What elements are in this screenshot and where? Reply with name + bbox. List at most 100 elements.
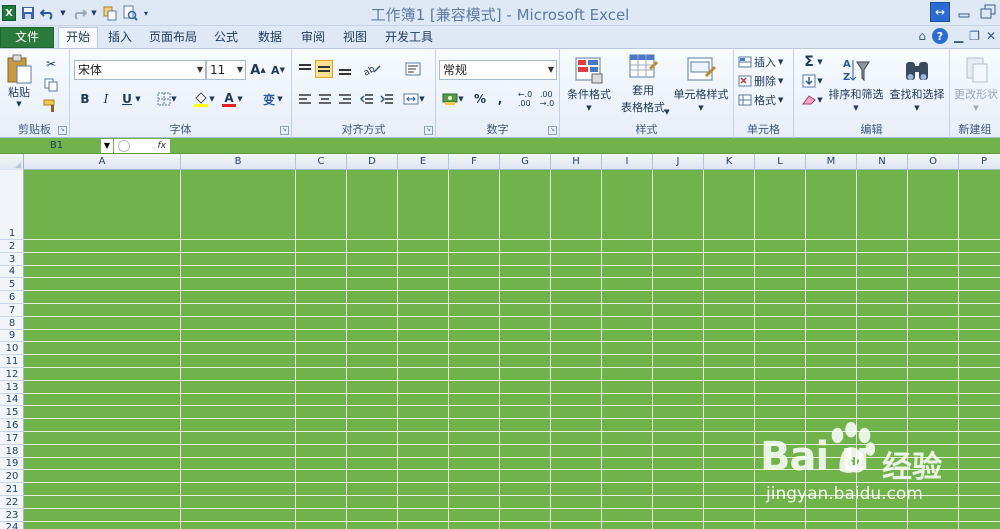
tab-developer[interactable]: 开发工具: [379, 28, 439, 48]
cut-icon[interactable]: ✂: [42, 55, 60, 73]
tab-formulas[interactable]: 公式: [207, 28, 245, 48]
name-box[interactable]: B1: [0, 139, 113, 153]
row-header-3[interactable]: 3: [0, 253, 24, 266]
row-header-7[interactable]: 7: [0, 304, 24, 317]
column-header-L[interactable]: L: [755, 154, 806, 170]
align-middle-icon[interactable]: [315, 60, 333, 78]
underline-dropdown-icon[interactable]: ▼: [134, 90, 142, 108]
row-header-10[interactable]: 10: [0, 342, 24, 356]
insert-function-icon[interactable]: fx: [158, 141, 167, 151]
swap-window-icon[interactable]: ↔: [930, 2, 950, 22]
column-header-C[interactable]: C: [296, 154, 347, 170]
format-cells-button[interactable]: 格式 ▼: [738, 91, 792, 109]
row-header-16[interactable]: 16: [0, 419, 24, 432]
cell-styles-button[interactable]: 单元格样式 ▼: [670, 53, 732, 115]
column-header-G[interactable]: G: [500, 154, 551, 170]
select-all-corner[interactable]: [0, 154, 24, 170]
row-header-12[interactable]: 12: [0, 368, 24, 381]
align-left-icon[interactable]: [296, 90, 314, 108]
paste-button[interactable]: 粘贴 ▼: [4, 53, 34, 108]
font-color-dropdown-icon[interactable]: ▼: [236, 90, 244, 108]
tab-page-layout[interactable]: 页面布局: [143, 28, 203, 48]
tab-data[interactable]: 数据: [251, 28, 289, 48]
phonetic-dropdown-icon[interactable]: ▼: [276, 90, 284, 108]
percent-style-button[interactable]: %: [471, 90, 489, 108]
decrease-indent-icon[interactable]: [358, 90, 376, 108]
tab-home[interactable]: 开始: [58, 27, 98, 48]
align-center-icon[interactable]: [316, 90, 334, 108]
fill-color-dropdown-icon[interactable]: ▼: [208, 90, 216, 108]
name-box-dropdown-icon[interactable]: ▼: [101, 139, 113, 153]
wrap-text-icon[interactable]: [404, 60, 422, 78]
minimize-icon[interactable]: [954, 2, 974, 22]
collapse-ribbon-icon[interactable]: ⌂: [918, 29, 926, 43]
row-header-6[interactable]: 6: [0, 291, 24, 304]
column-header-F[interactable]: F: [449, 154, 500, 170]
row-header-22[interactable]: 22: [0, 496, 24, 509]
copy-icon[interactable]: [42, 76, 60, 94]
delete-cells-button[interactable]: 删除 ▼: [738, 72, 792, 90]
row-header-18[interactable]: 18: [0, 445, 24, 458]
row-header-21[interactable]: 21: [0, 483, 24, 496]
column-header-E[interactable]: E: [398, 154, 449, 170]
alignment-launcher-icon[interactable]: ↘: [424, 126, 433, 135]
clear-dropdown-icon[interactable]: ▼: [816, 91, 824, 109]
bold-button[interactable]: B: [76, 90, 94, 108]
doc-minimize-icon[interactable]: ▁: [954, 29, 963, 43]
column-header-O[interactable]: O: [908, 154, 959, 170]
row-header-4[interactable]: 4: [0, 266, 24, 279]
accounting-dropdown-icon[interactable]: ▼: [457, 90, 465, 108]
font-size-combo[interactable]: 11 ▼: [206, 60, 246, 80]
sort-filter-button[interactable]: AZ 排序和筛选 ▼: [826, 53, 886, 115]
orientation-icon[interactable]: ab: [360, 60, 384, 78]
row-header-13[interactable]: 13: [0, 381, 24, 394]
format-as-table-button[interactable]: 套用 表格格式: [616, 53, 670, 115]
tab-view[interactable]: 视图: [336, 28, 374, 48]
shrink-font-button[interactable]: A ▼: [269, 61, 287, 79]
column-header-H[interactable]: H: [551, 154, 602, 170]
help-icon[interactable]: ?: [931, 28, 948, 44]
italic-button[interactable]: I: [97, 90, 115, 108]
decrease-decimal-icon[interactable]: .00 →.0: [536, 90, 558, 108]
column-header-I[interactable]: I: [602, 154, 653, 170]
row-header-8[interactable]: 8: [0, 317, 24, 330]
merge-dropdown-icon[interactable]: ▼: [418, 90, 426, 108]
grow-font-button[interactable]: A ▲: [249, 61, 267, 79]
fill-dropdown-icon[interactable]: ▼: [816, 72, 824, 90]
comma-style-button[interactable]: ,: [491, 90, 509, 108]
autosum-dropdown-icon[interactable]: ▼: [816, 53, 824, 71]
row-header-17[interactable]: 17: [0, 432, 24, 445]
doc-close-icon[interactable]: ✕: [986, 29, 996, 43]
find-select-button[interactable]: 查找和选择 ▼: [886, 53, 948, 115]
column-header-A[interactable]: A: [24, 154, 181, 170]
font-launcher-icon[interactable]: ↘: [280, 126, 289, 135]
restore-icon[interactable]: [978, 2, 998, 22]
row-header-9[interactable]: 9: [0, 330, 24, 343]
row-header-1[interactable]: 1: [0, 170, 24, 240]
change-shape-button[interactable]: 更改形状 ▼: [952, 53, 1000, 115]
row-header-20[interactable]: 20: [0, 470, 24, 484]
align-top-icon[interactable]: [296, 60, 314, 78]
doc-restore-icon[interactable]: ❐: [969, 29, 980, 43]
number-launcher-icon[interactable]: ↘: [548, 126, 557, 135]
row-header-11[interactable]: 11: [0, 355, 24, 368]
cancel-entry-icon[interactable]: [118, 140, 130, 152]
clipboard-launcher-icon[interactable]: ↘: [58, 126, 67, 135]
column-header-B[interactable]: B: [181, 154, 296, 170]
row-header-19[interactable]: 19: [0, 458, 24, 471]
row-header-5[interactable]: 5: [0, 278, 24, 292]
row-header-14[interactable]: 14: [0, 394, 24, 407]
insert-cells-button[interactable]: 插入 ▼: [738, 53, 792, 71]
font-name-combo[interactable]: 宋体 ▼: [74, 60, 206, 80]
tab-insert[interactable]: 插入: [101, 28, 139, 48]
row-header-24[interactable]: 24: [0, 522, 24, 529]
column-header-P[interactable]: P: [959, 154, 1000, 170]
number-format-combo[interactable]: 常规 ▼: [439, 60, 557, 80]
column-header-N[interactable]: N: [857, 154, 908, 170]
format-painter-icon[interactable]: [42, 97, 60, 115]
align-right-icon[interactable]: [336, 90, 354, 108]
increase-indent-icon[interactable]: [378, 90, 396, 108]
align-bottom-icon[interactable]: [336, 60, 354, 78]
conditional-formatting-button[interactable]: 条件格式 ▼: [564, 53, 614, 115]
row-header-15[interactable]: 15: [0, 406, 24, 420]
